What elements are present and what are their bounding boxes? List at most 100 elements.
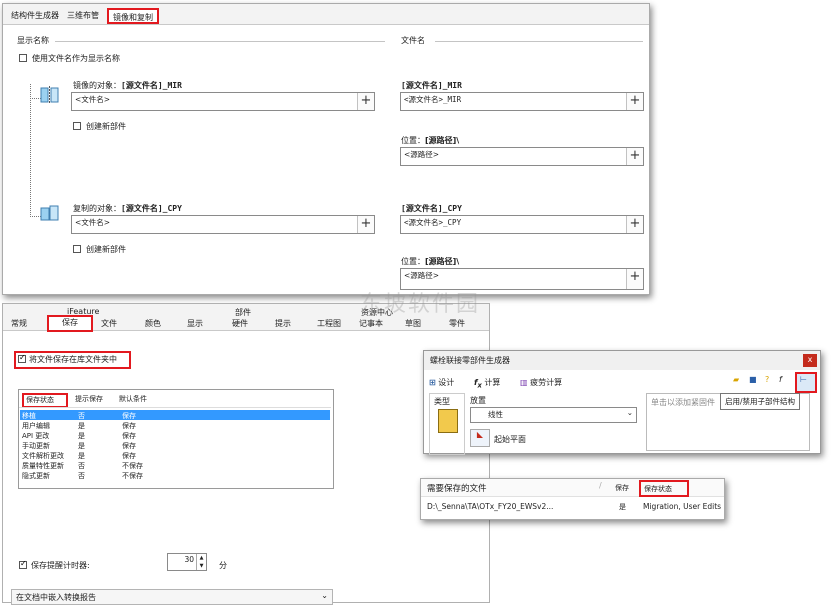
col-files[interactable]: 需要保存的文件 (427, 482, 487, 494)
dialog-title: 螺栓联接零部件生成器 (430, 356, 510, 365)
location-field-1[interactable]: <源路径> + (400, 147, 644, 166)
right-mirror-field-text: <源文件名>_MIR (404, 95, 462, 104)
location-2-add-button[interactable]: + (626, 269, 643, 289)
folder-icon[interactable]: ▰ (733, 375, 739, 384)
tab-drawing[interactable]: 工程图 (317, 318, 341, 329)
location-label-2: 位置：[源路径]\ (401, 256, 459, 267)
right-mirror-add-button[interactable]: + (626, 93, 643, 110)
create-new-part-checkbox-1[interactable] (73, 122, 81, 130)
mirror-filename-field[interactable]: <文件名> + (71, 92, 375, 111)
files-to-save-panel: 需要保存的文件 / 保存 保存状态 D:\_Senna\TA\OTx_FY20_… (420, 478, 725, 520)
file-save-flag: 是 (619, 503, 626, 511)
tab-hardware[interactable]: 硬件 (232, 318, 248, 329)
close-icon[interactable]: x (803, 354, 817, 367)
placement-label: 放置 (470, 396, 486, 405)
mirror-filename-add-button[interactable]: + (357, 93, 374, 110)
placement-select[interactable]: 线性 ⌄ (470, 407, 637, 423)
dialog-tab-calc[interactable]: fx 计算 (474, 377, 500, 390)
copy-part-icon (40, 204, 60, 222)
save-library-checkbox[interactable] (18, 353, 26, 363)
reminder-spinner[interactable]: ▲ ▼ (196, 554, 206, 570)
file-name-label: 文件名 (401, 36, 425, 45)
top-tab-bar: 结构件生成器 三维布管 镜像和复制 (3, 4, 649, 25)
mirror-object-prefix: 镜像的对象： (73, 81, 121, 90)
save-state-row[interactable]: 移植否保存 (20, 410, 330, 420)
tab-sketch[interactable]: 草图 (405, 318, 421, 329)
tab-save[interactable]: 保存 (47, 315, 93, 332)
tab-part[interactable]: 零件 (449, 318, 465, 329)
location-field-1-text: <源路径> (404, 150, 440, 159)
fx-toolbar-icon[interactable]: f (779, 375, 782, 384)
col-save-state[interactable]: 保存状态 (22, 393, 68, 408)
right-copy-field[interactable]: <源文件名>_CPY + (400, 215, 644, 234)
design-icon: ⊞ (429, 378, 436, 387)
create-new-part-checkbox-2[interactable] (73, 245, 81, 253)
save-icon[interactable]: ■ (749, 375, 757, 384)
copy-filename-add-button[interactable]: + (357, 216, 374, 233)
reminder-input[interactable]: 30 ▲ ▼ (167, 553, 207, 571)
col-default-condition[interactable]: 默认条件 (119, 394, 147, 404)
tab-frame-generator[interactable]: 结构件生成器 (7, 8, 63, 24)
dialog-toolbar: ▰ ■ ? f ⊢ (733, 372, 817, 393)
col-prompt-save[interactable]: 提示保存 (75, 394, 103, 404)
row-default: 不保存 (122, 472, 143, 480)
tab-file[interactable]: 文件 (101, 318, 117, 329)
save-state-row[interactable]: 文件解析更改是保存 (20, 450, 330, 460)
tab-general[interactable]: 常规 (11, 318, 27, 329)
location-value-2: [源路径]\ (425, 257, 460, 266)
mirror-filename-text: <文件名> (75, 95, 111, 104)
tab-prompts[interactable]: 提示 (275, 318, 291, 329)
location-prefix-2: 位置： (401, 257, 425, 266)
dialog-tab-fatigue[interactable]: ▥ 疲劳计算 (520, 377, 562, 388)
save-state-row[interactable]: 质量特性更新否不保存 (20, 460, 330, 470)
reminder-value: 30 (184, 555, 194, 564)
save-library-checkbox-row[interactable]: 将文件保存在库文件夹中 (14, 351, 131, 369)
file-path[interactable]: D:\_Senna\TA\OTx_FY20_EWSv2... (427, 502, 553, 511)
dialog-tab-design[interactable]: ⊞ 设计 (429, 377, 454, 388)
create-new-part-label-1: 创建新部件 (86, 122, 126, 131)
copy-filename-text: <文件名> (75, 218, 111, 227)
tab-notebook[interactable]: 记事本 (359, 318, 383, 329)
dialog-tab-design-label: 设计 (438, 378, 455, 387)
placement-value: 线性 (488, 410, 503, 419)
right-mirror-field[interactable]: <源文件名>_MIR + (400, 92, 644, 111)
location-value-1: [源路径]\ (425, 136, 460, 145)
file-save-state: Migration, User Edits (643, 502, 722, 511)
help-icon[interactable]: ? (765, 375, 769, 384)
start-plane-button[interactable]: ◣ (470, 429, 490, 447)
bolt-type-icon[interactable] (438, 409, 458, 433)
tab-display[interactable]: 显示 (187, 318, 203, 329)
mirror-object-value: [源文件名]_MIR (121, 81, 182, 90)
location-1-add-button[interactable]: + (626, 148, 643, 165)
start-plane-label: 起始平面 (494, 435, 526, 444)
display-name-label: 显示名称 (17, 36, 49, 45)
copy-object-value: [源文件名]_CPY (121, 204, 182, 213)
subassembly-toggle-button[interactable]: ⊢ (795, 372, 817, 393)
file-name-divider (435, 41, 643, 42)
col-save-state-header-label: 保存状态 (644, 485, 672, 493)
right-copy-add-button[interactable]: + (626, 216, 643, 233)
tab-mirror-copy[interactable]: 镜像和复制 (107, 8, 159, 24)
right-copy-field-text: <源文件名>_CPY (404, 218, 462, 227)
use-filename-checkbox[interactable] (19, 54, 27, 62)
tab-color[interactable]: 颜色 (145, 318, 161, 329)
dialog-tab-fatigue-label: 疲劳计算 (530, 378, 563, 387)
save-state-row[interactable]: 用户编辑是保存 (20, 420, 330, 430)
display-name-divider (55, 41, 385, 42)
placement-chevron-icon: ⌄ (626, 408, 633, 417)
tree-connector-bottom (30, 98, 41, 217)
save-library-label: 将文件保存在库文件夹中 (29, 355, 117, 364)
save-state-row[interactable]: 手动更新是保存 (20, 440, 330, 450)
reminder-label: 保存提醒计时器: (31, 561, 90, 570)
reminder-checkbox[interactable] (19, 559, 27, 569)
tab-tube-pipe[interactable]: 三维布管 (63, 8, 103, 24)
use-filename-label: 使用文件名作为显示名称 (32, 54, 120, 63)
save-state-row[interactable]: API 更改是保存 (20, 430, 330, 440)
location-label-1: 位置：[源路径]\ (401, 135, 459, 146)
tab-assembly[interactable]: 部件 (235, 307, 251, 318)
report-dropdown-value: 在文档中嵌入转换报告 (16, 593, 96, 602)
col-save[interactable]: 保存 (615, 483, 629, 493)
copy-filename-field[interactable]: <文件名> + (71, 215, 375, 234)
save-state-row[interactable]: 隐式更新 否 不保存 (20, 470, 330, 480)
col-save-state-header[interactable]: 保存状态 (639, 480, 689, 497)
